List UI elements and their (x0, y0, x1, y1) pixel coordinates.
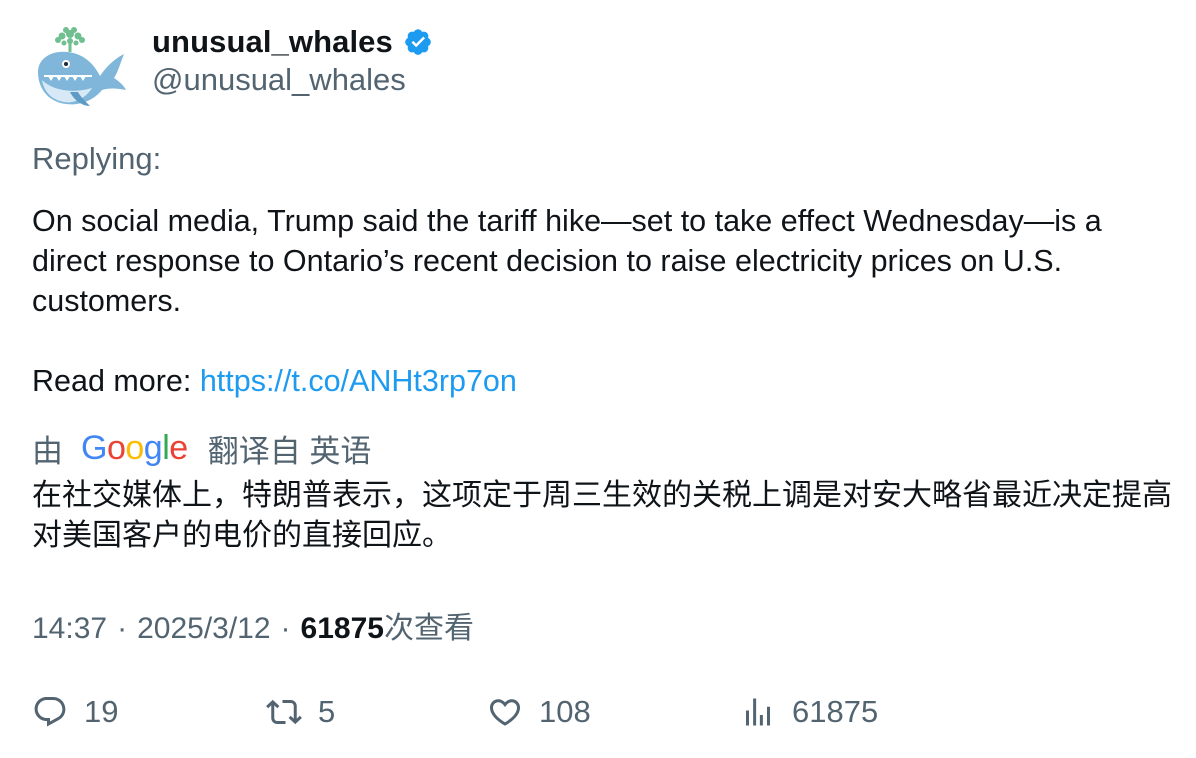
meta-separator: · (280, 612, 291, 645)
views-action-count: 61875 (792, 694, 879, 729)
like-icon (489, 699, 521, 726)
reply-icon (34, 697, 66, 727)
views-label: 次查看 (383, 612, 474, 645)
action-bar: 19 5 108 61875 (32, 690, 1172, 734)
tweet-text-line: customers. (32, 284, 182, 318)
translated-text: 在社交媒体上，特朗普表示，这项定于周三生效的关税上调是对安大略省最近决定提高对美… (32, 478, 1172, 553)
translation-attribution: 由 Google 翻译自 英语 (32, 428, 372, 469)
user-handle[interactable]: @unusual_whales (152, 62, 406, 98)
avatar[interactable] (32, 24, 128, 114)
tweet-text: On social media, Trump said the tariff h… (32, 201, 1172, 321)
name-row: unusual_whales (152, 22, 433, 62)
display-name[interactable]: unusual_whales (152, 24, 393, 60)
verified-badge-icon (403, 27, 433, 57)
tweet-time[interactable]: 14:37 (32, 612, 107, 646)
read-more-label: Read more: (32, 364, 200, 398)
replying-label: Replying: (32, 141, 162, 176)
tweet-date[interactable]: 2025/3/12 (137, 612, 270, 646)
meta-separator: · (117, 612, 128, 645)
translate-by-label: 由 (32, 433, 63, 469)
retweet-button[interactable]: 5 (266, 690, 335, 734)
tweet-text-line: On social media, Trump said the tariff h… (32, 204, 1102, 238)
like-button[interactable]: 108 (487, 690, 591, 734)
tweet-text-line: direct response to Ontario’s recent deci… (32, 244, 1063, 278)
tweet-meta: 14:37 · 2025/3/12 · 61875 次查看 (32, 603, 474, 647)
reply-button[interactable]: 19 (32, 690, 118, 734)
views-count: 61875 (300, 612, 384, 645)
views-icon (746, 698, 770, 726)
tweet-link[interactable]: https://t.co/ANHt3rp7on (200, 364, 517, 398)
retweet-count: 5 (318, 694, 336, 729)
views-button[interactable]: 61875 (740, 690, 878, 734)
read-more: Read more: https://t.co/ANHt3rp7on (32, 361, 517, 401)
tweet-header: unusual_whales @unusual_whales (32, 22, 632, 118)
translation-source-label: 翻译自 英语 (207, 433, 372, 469)
retweet-icon (266, 699, 302, 725)
google-logo: Google (81, 428, 188, 467)
like-count: 108 (539, 694, 591, 729)
reply-count: 19 (84, 694, 119, 729)
